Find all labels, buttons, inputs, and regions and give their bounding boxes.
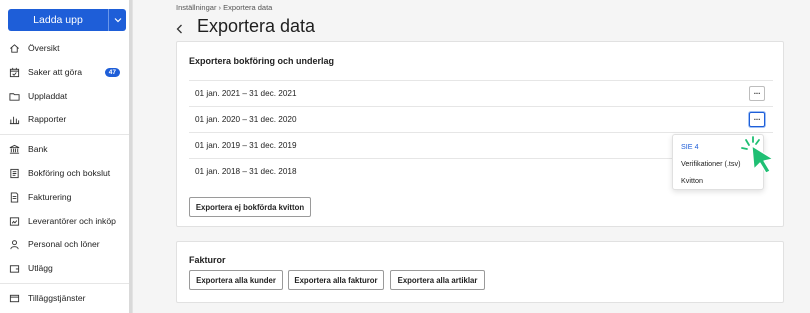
upload-button[interactable]: Ladda upp (8, 9, 108, 31)
supplier-icon (8, 215, 20, 227)
sidebar-item-bokforing[interactable]: Bokföring och bokslut (8, 165, 126, 181)
sidebar-item-tillaggstjanster[interactable]: Tilläggstjänster (8, 290, 126, 306)
upload-control: Ladda upp (8, 9, 126, 31)
home-icon (8, 42, 20, 54)
sidebar-item-bank[interactable]: Bank (8, 141, 126, 157)
breadcrumb-parent[interactable]: Inställningar (176, 3, 216, 12)
sidebar-item-utlagg[interactable]: Utlägg (8, 260, 126, 276)
breadcrumb: Inställningar › Exportera data (176, 3, 272, 12)
breadcrumb-separator: › (218, 3, 222, 12)
bank-icon (8, 143, 20, 155)
more-options-button[interactable]: ··· (749, 112, 765, 127)
chevron-left-icon (176, 24, 182, 34)
export-all-customers-button[interactable]: Exportera alla kunder (189, 270, 283, 290)
addon-icon (8, 292, 20, 304)
wallet-icon (8, 262, 20, 274)
sidebar-item-saker-att-gora[interactable]: Saker att göra 47 (8, 64, 126, 80)
menu-item-sie4[interactable]: SIE 4 (681, 142, 699, 151)
upload-dropdown-button[interactable] (108, 9, 126, 31)
period-row: 01 jan. 2021 – 31 dec. 2021 ··· (189, 80, 773, 106)
more-options-button[interactable]: ··· (749, 86, 765, 101)
sidebar-divider (0, 134, 130, 135)
chart-icon (8, 113, 20, 125)
breadcrumb-current: Exportera data (223, 3, 273, 12)
export-all-articles-button[interactable]: Exportera alla artiklar (390, 270, 485, 290)
period-label: 01 jan. 2018 – 31 dec. 2018 (195, 167, 297, 176)
menu-item-kvitton[interactable]: Kvitton (681, 176, 703, 185)
sidebar-item-leverantorer[interactable]: Leverantörer och inköp (8, 213, 126, 229)
cursor-click-icon (741, 136, 774, 174)
sidebar: Ladda upp Översikt Saker att göra 47 Upp… (0, 0, 133, 313)
folder-icon (8, 90, 20, 102)
period-label: 01 jan. 2020 – 31 dec. 2020 (195, 115, 297, 124)
sidebar-item-oversikt[interactable]: Översikt (8, 40, 126, 56)
book-icon (8, 167, 20, 179)
invoice-icon (8, 191, 20, 203)
section-title: Exportera bokföring och underlag (189, 56, 335, 66)
app-window: Ladda upp Översikt Saker att göra 47 Upp… (0, 0, 810, 313)
sidebar-item-label: Personal och löner (28, 239, 100, 249)
export-unbooked-receipts-button[interactable]: Exportera ej bokförda kvitton (189, 197, 311, 217)
sidebar-item-label: Leverantörer och inköp (28, 216, 116, 226)
sidebar-item-label: Rapporter (28, 114, 67, 124)
invoices-card: Fakturor Exportera alla kunder Exportera… (176, 241, 784, 303)
sidebar-divider (0, 283, 130, 284)
sidebar-item-label: Tilläggstjänster (28, 293, 86, 303)
export-all-invoices-button[interactable]: Exportera alla fakturor (288, 270, 384, 290)
sidebar-item-label: Saker att göra (28, 67, 82, 77)
section-title: Fakturor (189, 255, 226, 265)
menu-item-verifikationer[interactable]: Verifikationer (.tsv) (681, 159, 741, 168)
page-title: Exportera data (197, 16, 316, 36)
sidebar-item-label: Översikt (28, 43, 60, 53)
period-label: 01 jan. 2021 – 31 dec. 2021 (195, 89, 297, 98)
sidebar-item-label: Bokföring och bokslut (28, 168, 111, 178)
period-label: 01 jan. 2019 – 31 dec. 2019 (195, 141, 297, 150)
sidebar-item-label: Utlägg (28, 263, 53, 273)
sidebar-item-label: Bank (28, 144, 48, 154)
todo-count-badge: 47 (104, 67, 120, 77)
period-row: 01 jan. 2020 – 31 dec. 2020 ··· (189, 106, 773, 132)
sidebar-scrollbar[interactable] (129, 0, 132, 313)
chevron-down-icon (114, 18, 121, 23)
sidebar-item-rapporter[interactable]: Rapporter (8, 111, 126, 127)
sidebar-item-uppladdat[interactable]: Uppladdat (8, 88, 126, 104)
back-button[interactable] (176, 21, 183, 37)
calendar-icon (8, 66, 20, 78)
sidebar-item-label: Uppladdat (28, 91, 68, 101)
person-icon (8, 238, 20, 250)
sidebar-item-personal[interactable]: Personal och löner (8, 236, 126, 252)
sidebar-item-label: Fakturering (28, 192, 72, 202)
sidebar-item-fakturering[interactable]: Fakturering (8, 189, 126, 205)
